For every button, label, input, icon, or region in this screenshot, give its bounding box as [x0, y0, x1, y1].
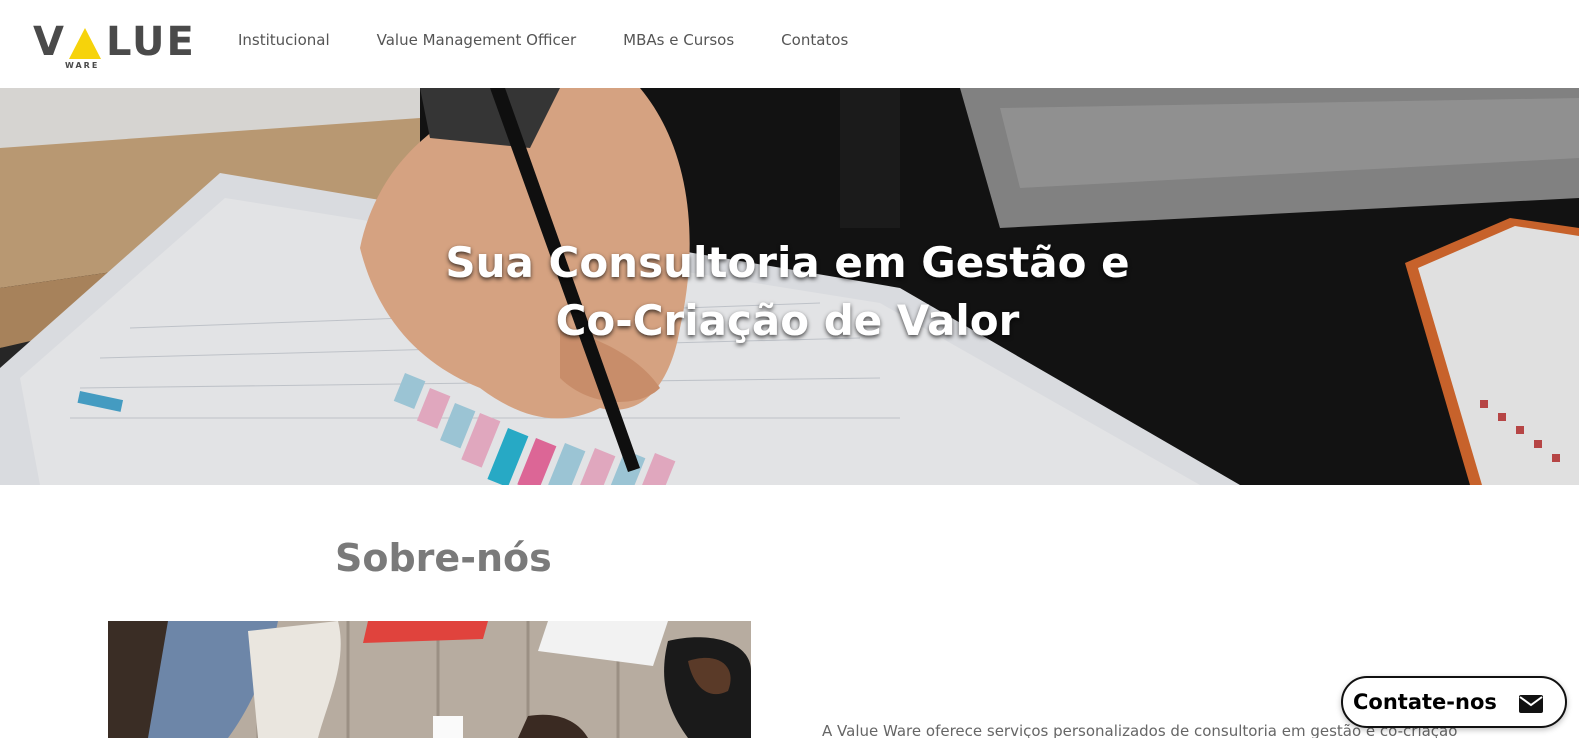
hero-banner: Sua Consultoria em Gestão e Co-Criação d… — [0, 88, 1579, 485]
hero-title-line-1: Sua Consultoria em Gestão e — [445, 238, 1130, 287]
hero-title: Sua Consultoria em Gestão e Co-Criação d… — [0, 234, 1575, 350]
logo-subtitle: WARE — [65, 61, 100, 70]
value-ware-logo[interactable]: V LUE WARE — [33, 19, 196, 72]
about-section-title: Sobre-nós — [335, 536, 552, 580]
site-header: V LUE WARE Institucional Value Managemen… — [0, 0, 1579, 88]
hero-title-line-2: Co-Criação de Valor — [555, 296, 1020, 345]
contact-us-button[interactable]: Contate-nos — [1341, 676, 1567, 728]
envelope-icon — [1519, 695, 1543, 713]
main-nav: Institucional Value Management Officer M… — [238, 30, 895, 50]
logo-triangle-icon — [68, 26, 102, 60]
nav-item-institucional[interactable]: Institucional — [238, 30, 330, 50]
nav-item-value-management-officer[interactable]: Value Management Officer — [377, 30, 577, 50]
nav-item-mbas-cursos[interactable]: MBAs e Cursos — [623, 30, 734, 50]
about-team-photo — [108, 621, 751, 738]
logo-wordmark: V LUE — [33, 19, 196, 65]
logo-letters-lue: LUE — [105, 19, 196, 65]
logo-letter-v: V — [33, 19, 66, 65]
contact-us-label: Contate-nos — [1353, 690, 1497, 714]
nav-item-contatos[interactable]: Contatos — [781, 30, 848, 50]
